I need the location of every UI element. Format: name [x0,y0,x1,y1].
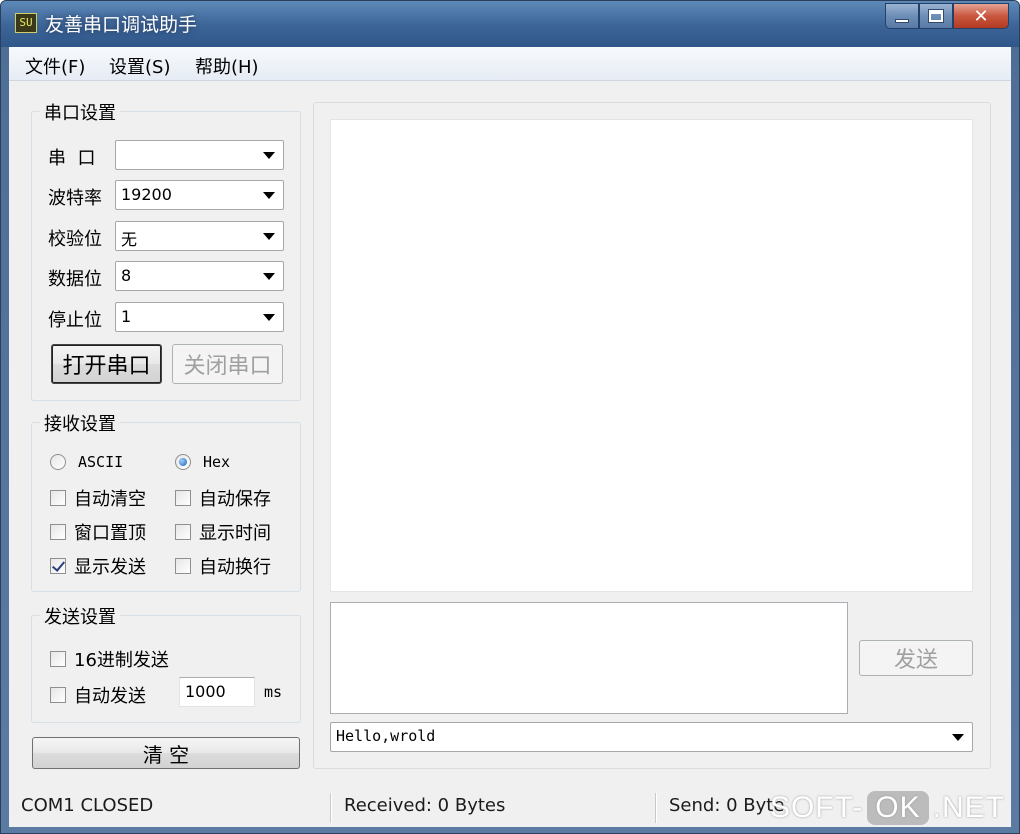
watermark-right: .NET [932,791,1005,824]
hex-send-checkbox[interactable]: 16进制发送 [50,646,169,672]
group-title: 发送设置 [40,603,120,629]
send-settings-group: 发送设置 16进制发送 自动发送 1000 ms [31,603,301,723]
watermark-left: SOFT- [769,791,864,824]
chevron-down-icon [263,233,275,240]
status-divider [655,793,657,823]
chevron-down-icon [952,734,964,741]
always-on-top-label: 窗口置顶 [74,523,146,544]
show-send-label: 显示发送 [74,557,146,578]
ascii-radio[interactable]: ASCII [50,453,123,471]
received-count: Received: 0 Bytes [344,795,506,816]
menu-file[interactable]: 文件(F) [25,53,85,79]
show-send-checkbox[interactable]: 显示发送 [50,553,146,579]
auto-send-label: 自动发送 [74,686,146,707]
send-button[interactable]: 发送 [859,640,973,676]
baud-label: 波特率 [48,188,102,209]
hex-radio[interactable]: Hex [175,453,230,471]
stopbits-value: 1 [121,307,132,326]
auto-save-label: 自动保存 [199,489,271,510]
interval-unit: ms [264,683,283,701]
chevron-down-icon [263,192,275,199]
status-bar: COM1 CLOSED Received: 0 Bytes Send: 0 By… [9,789,1011,827]
port-label: 串 口 [48,148,96,169]
ascii-label: ASCII [78,453,124,471]
checkbox-icon [175,558,191,574]
minimize-button[interactable] [885,3,919,29]
databits-label: 数据位 [48,269,102,290]
send-textarea[interactable] [330,602,848,714]
radio-icon [50,454,66,470]
receive-textarea[interactable] [330,119,973,592]
baud-select[interactable]: 19200 [115,180,284,210]
checkbox-icon [50,687,66,703]
minimize-icon [895,19,909,23]
checkbox-icon [175,524,191,540]
close-port-button[interactable]: 关闭串口 [172,344,283,384]
baud-value: 19200 [121,185,172,204]
port-status: COM1 CLOSED [21,795,154,816]
data-panel: 发送 Hello,wrold [313,102,991,769]
window-controls: ✕ [885,3,1009,29]
show-time-checkbox[interactable]: 显示时间 [175,519,271,545]
client-area: 文件(F) 设置(S) 帮助(H) 串口设置 串 口 波特率 19200 校验位… [9,47,1011,827]
checkbox-icon [175,490,191,506]
chevron-down-icon [263,273,275,280]
maximize-icon [928,9,944,23]
maximize-button[interactable] [919,3,953,29]
auto-clear-checkbox[interactable]: 自动清空 [50,485,146,511]
receive-settings-group: 接收设置 ASCII Hex 自动清空 自动保存 窗口置顶 显示时间 显示发送 … [31,410,301,592]
hex-send-label: 16进制发送 [74,650,169,671]
app-icon: SU [15,13,37,33]
checkbox-checked-icon [50,558,66,574]
send-history-select[interactable]: Hello,wrold [330,722,973,752]
stopbits-select[interactable]: 1 [115,302,284,332]
radio-selected-icon [175,454,191,470]
watermark-mid: OK [867,791,929,825]
auto-save-checkbox[interactable]: 自动保存 [175,485,271,511]
checkbox-icon [50,490,66,506]
auto-send-checkbox[interactable]: 自动发送 [50,682,146,708]
word-wrap-label: 自动换行 [199,557,271,578]
title-bar[interactable]: SU 友善串口调试助手 ✕ [1,1,1019,47]
port-select[interactable] [115,140,284,170]
parity-value: 无 [121,230,138,249]
close-button[interactable]: ✕ [953,3,1009,29]
interval-input[interactable]: 1000 [179,677,255,707]
status-divider [330,793,332,823]
parity-label: 校验位 [48,229,102,250]
hex-label: Hex [203,453,231,471]
send-history-value: Hello,wrold [336,727,436,745]
app-window: SU 友善串口调试助手 ✕ 文件(F) 设置(S) 帮助(H) 串口设置 串 口… [0,0,1020,834]
checkbox-icon [50,524,66,540]
watermark-logo: SOFT- OK .NET [770,791,1005,825]
checkbox-icon [50,651,66,667]
parity-select[interactable]: 无 [115,221,284,251]
chevron-down-icon [263,314,275,321]
group-title: 接收设置 [40,410,120,436]
menu-settings[interactable]: 设置(S) [109,53,170,79]
word-wrap-checkbox[interactable]: 自动换行 [175,553,271,579]
show-time-label: 显示时间 [199,523,271,544]
clear-button[interactable]: 清 空 [32,737,300,769]
window-title: 友善串口调试助手 [45,14,198,36]
menu-bar: 文件(F) 设置(S) 帮助(H) [9,47,1011,81]
close-icon: ✕ [973,5,989,27]
menu-help[interactable]: 帮助(H) [195,53,259,79]
chevron-down-icon [263,152,275,159]
open-port-button[interactable]: 打开串口 [51,344,162,384]
serial-settings-group: 串口设置 串 口 波特率 19200 校验位 无 数据位 8 停止位 1 打开串… [31,99,301,401]
group-title: 串口设置 [40,99,120,125]
always-on-top-checkbox[interactable]: 窗口置顶 [50,519,146,545]
send-count: Send: 0 Byte [669,795,785,816]
databits-select[interactable]: 8 [115,261,284,291]
stopbits-label: 停止位 [48,310,102,331]
auto-clear-label: 自动清空 [74,489,146,510]
databits-value: 8 [121,266,132,285]
